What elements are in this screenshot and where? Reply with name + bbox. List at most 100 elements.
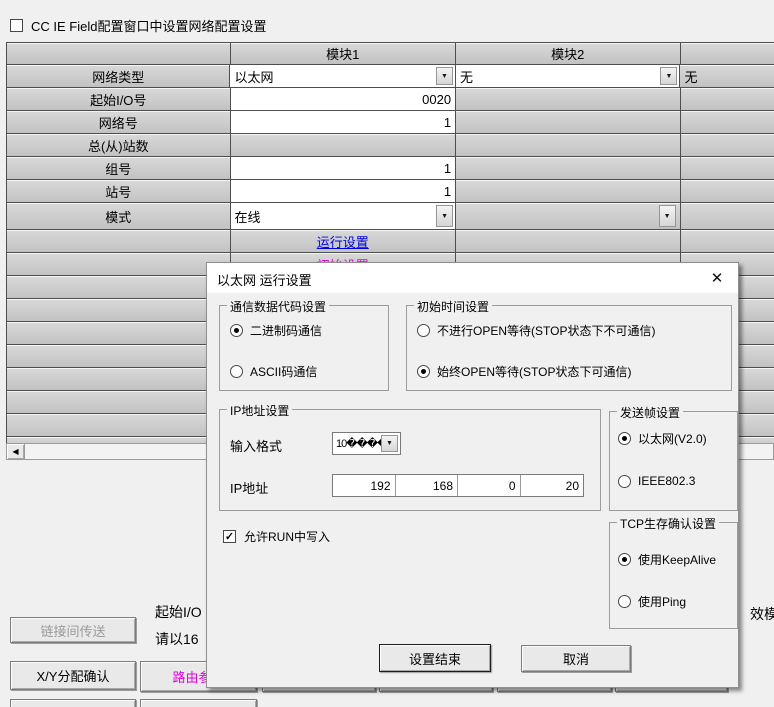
empty-cell <box>681 157 774 180</box>
cc-ie-field-config-checkbox[interactable]: CC IE Field配置窗口中设置网络配置设置 <box>10 16 266 35</box>
chevron-down-icon[interactable]: ▼ <box>436 205 453 227</box>
cancel-button[interactable]: 取消 <box>521 645 631 672</box>
network-type-m2-dropdown[interactable]: 无 ▼ <box>456 65 681 88</box>
radio-icon[interactable] <box>230 324 243 337</box>
empty-cell <box>681 88 774 111</box>
link-transfer-button[interactable]: 链接间传送 <box>10 617 136 643</box>
row-label: 站号 <box>7 180 231 203</box>
ip-octet-2-input[interactable]: 168 <box>396 475 459 496</box>
clipped-bottom-button[interactable] <box>140 699 257 707</box>
group-title: 通信数据代码设置 <box>227 298 329 315</box>
radio-label: 二进制码通信 <box>250 322 322 339</box>
row-network-type: 网络类型 以太网 ▼ 无 ▼ 无 <box>7 65 774 88</box>
empty-cell <box>456 157 680 180</box>
header-module3 <box>681 43 774 65</box>
chevron-down-icon[interactable]: ▼ <box>381 435 398 452</box>
empty-cell <box>7 345 231 368</box>
empty-cell <box>231 134 456 157</box>
radio-icon[interactable] <box>417 324 430 337</box>
empty-cell <box>681 203 774 230</box>
operation-setting-cell[interactable]: 运行设置 <box>231 230 456 253</box>
keepalive-radio[interactable]: 使用KeepAlive <box>618 551 716 568</box>
radio-label: 以太网(V2.0) <box>638 430 707 447</box>
dialog-titlebar[interactable]: 以太网 运行设置 ✕ <box>207 263 738 293</box>
empty-cell <box>7 253 231 276</box>
clipped-bottom-button[interactable] <box>10 699 136 707</box>
mode-m1-dropdown[interactable]: 在线 ▼ <box>231 203 457 230</box>
start-io-note: 起始I/O <box>155 602 202 622</box>
radio-icon[interactable] <box>230 365 243 378</box>
empty-cell <box>456 230 681 253</box>
row-network-no: 网络号 1 <box>7 111 774 134</box>
radio-label: 不进行OPEN等待(STOP状态下不可通信) <box>437 322 655 339</box>
row-operation-setting: 运行设置 <box>7 230 774 253</box>
binary-code-radio[interactable]: 二进制码通信 <box>230 322 322 339</box>
empty-cell <box>7 299 231 322</box>
scroll-left-arrow-icon[interactable]: ◀ <box>7 444 25 459</box>
no-open-wait-radio[interactable]: 不进行OPEN等待(STOP状态下不可通信) <box>417 322 655 339</box>
enable-run-write-checkbox[interactable]: ✓ 允许RUN中写入 <box>223 528 330 545</box>
dropdown-value: 以太网 <box>234 67 273 86</box>
station-no-input[interactable]: 1 <box>231 180 457 203</box>
close-icon[interactable]: ✕ <box>706 267 728 289</box>
dialog-title: 以太网 运行设置 <box>217 270 312 289</box>
empty-cell <box>681 230 774 253</box>
ping-radio[interactable]: 使用Ping <box>618 593 686 610</box>
header-empty-cell <box>7 43 231 65</box>
ip-octet-1-input[interactable]: 192 <box>333 475 396 496</box>
ip-address-fields: 192 168 0 20 <box>332 474 584 497</box>
chevron-down-icon[interactable]: ▼ <box>660 67 677 85</box>
ieee8023-radio[interactable]: IEEE802.3 <box>618 474 695 488</box>
chevron-down-icon[interactable]: ▼ <box>659 205 676 227</box>
radio-label: ASCII码通信 <box>250 363 317 380</box>
empty-cell <box>7 230 231 253</box>
radio-icon[interactable] <box>417 365 430 378</box>
row-total-stations: 总(从)站数 <box>7 134 774 157</box>
empty-cell <box>681 134 774 157</box>
radio-icon[interactable] <box>618 553 631 566</box>
settings-finish-button[interactable]: 设置结束 <box>379 644 491 672</box>
radio-label: 使用Ping <box>638 593 686 610</box>
mode-m2-dropdown[interactable]: ▼ <box>456 203 680 230</box>
checkbox-box[interactable]: ✓ <box>223 530 236 543</box>
empty-cell <box>456 111 680 134</box>
header-module2: 模块2 <box>456 43 681 65</box>
radio-icon[interactable] <box>618 475 631 488</box>
empty-cell <box>7 276 231 299</box>
radio-label: IEEE802.3 <box>638 474 695 488</box>
row-label: 网络号 <box>7 111 231 134</box>
ip-address-group: IP地址设置 输入格式 10���� ▼ IP地址 192 168 0 20 <box>219 409 601 511</box>
dropdown-value: 无 <box>460 67 473 86</box>
checkbox-label: CC IE Field配置窗口中设置网络配置设置 <box>31 16 266 35</box>
empty-cell <box>7 414 231 437</box>
input-format-dropdown[interactable]: 10���� ▼ <box>332 432 401 455</box>
start-io-input[interactable]: 0020 <box>231 88 457 111</box>
always-open-wait-radio[interactable]: 始终OPEN等待(STOP状态下可通信) <box>417 363 631 380</box>
empty-cell <box>681 180 774 203</box>
radio-icon[interactable] <box>618 432 631 445</box>
ascii-code-radio[interactable]: ASCII码通信 <box>230 363 317 380</box>
radio-icon[interactable] <box>618 595 631 608</box>
group-no-input[interactable]: 1 <box>231 157 457 180</box>
xy-assignment-confirm-button[interactable]: X/Y分配确认 <box>10 661 136 690</box>
row-start-io: 起始I/O号 0020 <box>7 88 774 111</box>
network-type-m1-dropdown[interactable]: 以太网 ▼ <box>230 65 456 88</box>
group-title: TCP生存确认设置 <box>617 515 719 532</box>
network-parameter-window: CC IE Field配置窗口中设置网络配置设置 模块1 模块2 网络类型 以太… <box>0 0 774 707</box>
clipped-right-text: 效模 <box>750 604 774 624</box>
empty-cell <box>7 391 231 414</box>
ip-octet-4-input[interactable]: 20 <box>521 475 584 496</box>
ip-octet-3-input[interactable]: 0 <box>458 475 521 496</box>
hex-note: 请以16 <box>155 629 199 649</box>
tcp-confirm-group: TCP生存确认设置 使用KeepAlive 使用Ping <box>609 522 738 629</box>
group-title: 初始时间设置 <box>414 298 492 315</box>
empty-cell <box>456 88 680 111</box>
network-no-input[interactable]: 1 <box>231 111 457 134</box>
group-title: 发送帧设置 <box>617 404 683 421</box>
operation-setting-link[interactable]: 运行设置 <box>317 232 369 251</box>
chevron-down-icon[interactable]: ▼ <box>436 67 453 85</box>
checkbox-box[interactable] <box>10 19 23 32</box>
group-title: IP地址设置 <box>227 402 292 419</box>
row-label: 总(从)站数 <box>7 134 231 157</box>
ethernet-v2-radio[interactable]: 以太网(V2.0) <box>618 430 707 447</box>
